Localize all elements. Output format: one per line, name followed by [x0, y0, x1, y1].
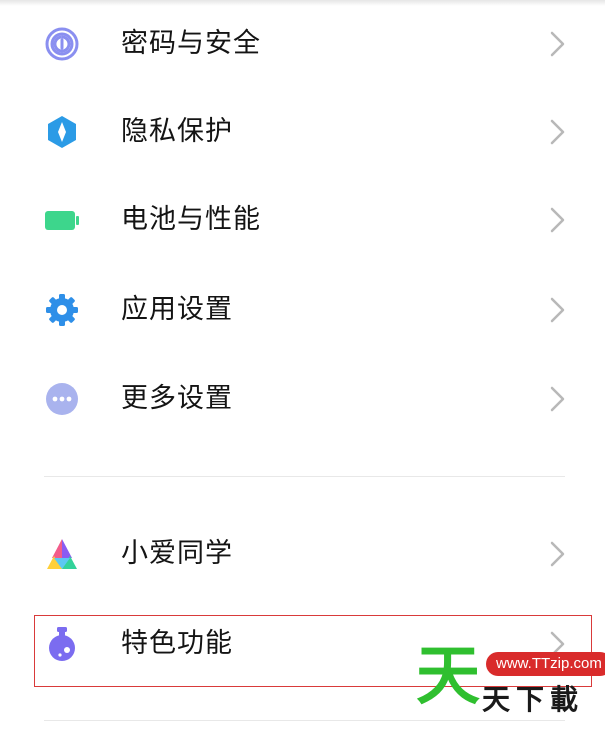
- settings-item-xiaoai[interactable]: 小爱同学: [0, 510, 605, 598]
- watermark: 天 www.TTzip.com 天下載: [410, 640, 605, 737]
- chevron-right-icon: [548, 385, 568, 413]
- settings-item-privacy[interactable]: 隐私保护: [0, 88, 605, 176]
- battery-icon: [44, 202, 80, 238]
- settings-item-label: 密码与安全: [121, 28, 261, 59]
- chevron-right-icon: [548, 540, 568, 568]
- section-divider: [44, 476, 565, 477]
- chevron-right-icon: [548, 206, 568, 234]
- fingerprint-icon: [44, 26, 80, 62]
- settings-item-password-security[interactable]: 密码与安全: [0, 0, 605, 88]
- watermark-url: www.TTzip.com: [486, 652, 605, 676]
- chevron-right-icon: [548, 296, 568, 324]
- more-dots-icon: [44, 381, 80, 417]
- settings-item-label: 更多设置: [121, 383, 233, 414]
- settings-item-label: 电池与性能: [121, 204, 261, 235]
- watermark-logo: 天: [416, 640, 480, 714]
- settings-item-battery-performance[interactable]: 电池与性能: [0, 176, 605, 264]
- settings-item-label: 隐私保护: [121, 116, 233, 147]
- watermark-text: 天下載: [482, 683, 585, 716]
- settings-item-more-settings[interactable]: 更多设置: [0, 355, 605, 443]
- settings-item-app-settings[interactable]: 应用设置: [0, 266, 605, 354]
- privacy-shield-icon: [44, 114, 80, 150]
- settings-item-label: 小爱同学: [121, 538, 233, 569]
- settings-item-label: 应用设置: [121, 294, 233, 325]
- xiaoai-icon: [44, 536, 80, 572]
- chevron-right-icon: [548, 30, 568, 58]
- chevron-right-icon: [548, 118, 568, 146]
- gear-icon: [44, 292, 80, 328]
